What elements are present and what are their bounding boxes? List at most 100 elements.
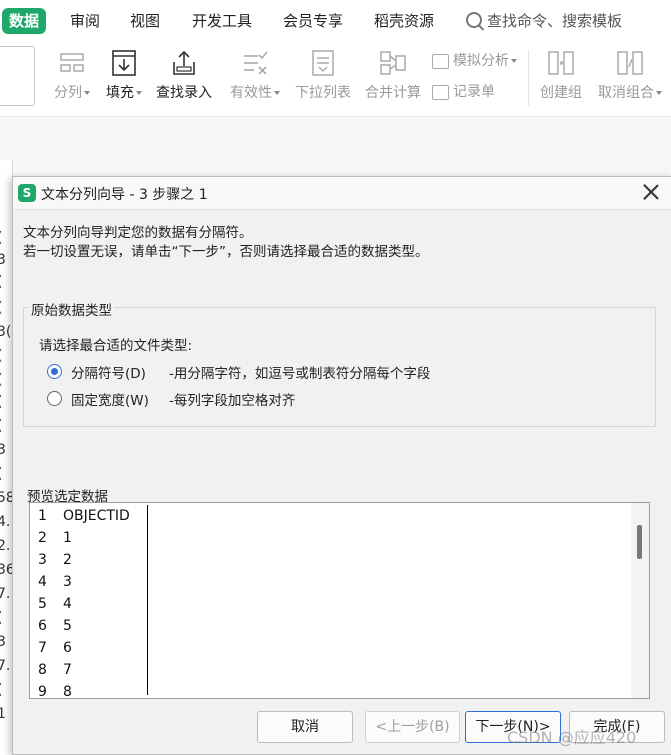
cell-fragment: 3( <box>0 324 12 340</box>
cell-fragment: 7. <box>0 586 11 602</box>
row-number: 3 <box>38 552 47 568</box>
cell-fragment: ( <box>0 274 2 290</box>
cell-fragment: 4. <box>0 514 11 530</box>
simulate-analysis-button[interactable]: 模拟分析 <box>432 50 517 72</box>
row-value: 5 <box>63 618 72 634</box>
validity-icon <box>244 51 268 75</box>
simulate-analysis-label: 模拟分析 <box>453 53 509 69</box>
record-form-icon <box>432 84 449 100</box>
split-column-icon <box>60 53 84 72</box>
chevron-down-icon <box>84 91 90 95</box>
cell-fragment: ( <box>0 466 2 482</box>
cell-fragment: 1 <box>0 706 6 722</box>
cell-fragment: ( <box>0 682 2 698</box>
cancel-button[interactable]: 取消 <box>257 711 353 743</box>
find-entry-label: 查找录入 <box>156 85 212 101</box>
chevron-down-icon <box>656 91 662 95</box>
tab-data[interactable]: 数据 <box>2 8 47 34</box>
row-value: 6 <box>63 640 72 656</box>
chevron-down-icon <box>511 59 517 63</box>
merge-calc-button[interactable]: 合并计算 <box>362 48 424 110</box>
row-number: 1 <box>38 508 47 524</box>
row-number: 7 <box>38 640 47 656</box>
validity-label: 有效性 <box>230 85 272 101</box>
delimited-label[interactable]: 分隔符号(D) <box>71 362 146 382</box>
cell-fragment: 2. <box>0 538 11 554</box>
prev-step-button[interactable]: <上一步(B) <box>365 711 460 743</box>
cell-fragment: 3 <box>0 252 6 268</box>
dialog-title: 文本分列向导 - 3 步骤之 1 <box>41 187 208 203</box>
row-value: 3 <box>63 574 72 590</box>
ribbon-toolbar: 分列 填充 查找录入 有效性 下拉列表 合并计算 模拟分析 记录单 创建组 取消… <box>0 42 671 117</box>
wps-logo-icon: S <box>18 184 36 202</box>
dialog-title-bar: S 文本分列向导 - 3 步骤之 1 <box>13 177 671 210</box>
tab-docer[interactable]: 稻壳资源 <box>374 8 434 34</box>
tab-developer[interactable]: 开发工具 <box>192 8 252 34</box>
cell-fragment: 3 <box>0 634 6 650</box>
command-search[interactable]: 查找命令、搜索模板 <box>466 8 622 34</box>
toolbar-separator <box>528 50 529 106</box>
search-icon <box>466 12 482 28</box>
create-group-icon <box>548 51 574 75</box>
row-number: 4 <box>38 574 47 590</box>
file-type-prompt: 请选择最合适的文件类型: <box>39 338 193 354</box>
cell-fragment: ( <box>0 610 2 626</box>
row-number: 8 <box>38 662 47 678</box>
ungroup-label: 取消组合 <box>598 85 654 101</box>
close-icon[interactable] <box>640 181 662 203</box>
merge-calc-icon <box>380 51 406 75</box>
ribbon-tab-bar: 数据 审阅 视图 开发工具 会员专享 稻壳资源 查找命令、搜索模板 <box>0 0 671 42</box>
data-type-group-label: 原始数据类型 <box>29 299 114 319</box>
fill-button[interactable]: 填充 <box>102 48 146 110</box>
row-number: 2 <box>38 530 47 546</box>
dropdown-list-button[interactable]: 下拉列表 <box>292 48 354 110</box>
cell-fragment: ( <box>0 418 2 434</box>
create-group-button[interactable]: 创建组 <box>536 48 586 110</box>
merge-calc-label: 合并计算 <box>365 85 421 101</box>
command-search-label: 查找命令、搜索模板 <box>487 12 623 30</box>
cell-fragment: ( <box>0 348 2 364</box>
row-value: OBJECTID <box>63 508 130 524</box>
row-value: 1 <box>63 530 72 546</box>
create-group-label: 创建组 <box>540 85 582 101</box>
data-preview-box[interactable]: 1 OBJECTID 21 32 43 54 65 76 87 98 <box>29 502 650 699</box>
delimited-description: -用分隔字符，如逗号或制表符分隔每个字段 <box>169 366 431 382</box>
record-form-button[interactable]: 记录单 <box>432 81 495 103</box>
find-entry-icon <box>173 50 195 75</box>
simulate-analysis-icon <box>432 53 449 69</box>
find-entry-button[interactable]: 查找录入 <box>152 48 216 110</box>
dropdown-list-icon <box>312 50 334 76</box>
tab-review[interactable]: 审阅 <box>70 8 100 34</box>
sort-dropdown-stub[interactable] <box>0 46 35 106</box>
row-value: 7 <box>63 662 72 678</box>
csdn-watermark: CSDN @应应420 <box>507 728 637 747</box>
intro-line-1: 文本分列向导判定您的数据有分隔符。 <box>23 225 253 241</box>
ungroup-icon <box>617 51 643 75</box>
scrollbar-thumb[interactable] <box>637 525 642 559</box>
split-column-label: 分列 <box>54 85 82 101</box>
fixed-width-description: -每列字段加空格对齐 <box>169 393 296 409</box>
chevron-down-icon <box>274 91 280 95</box>
fill-down-icon <box>112 50 136 76</box>
cell-fragment: ( <box>0 394 2 410</box>
ungroup-button[interactable]: 取消组合 <box>594 48 666 110</box>
tab-member[interactable]: 会员专享 <box>283 8 343 34</box>
record-form-label: 记录单 <box>453 84 495 100</box>
row-value: 4 <box>63 596 72 612</box>
split-column-button[interactable]: 分列 <box>50 48 94 110</box>
intro-line-2: 若一切设置无误，请单击“下一步”，否则请选择最合适的数据类型。 <box>23 244 429 260</box>
validity-button[interactable]: 有效性 <box>224 48 286 110</box>
fixed-width-label[interactable]: 固定宽度(W) <box>71 389 149 409</box>
row-number: 5 <box>38 596 47 612</box>
fill-label: 填充 <box>106 85 134 101</box>
delimited-radio[interactable] <box>47 364 62 379</box>
tab-view[interactable]: 视图 <box>130 8 160 34</box>
cell-fragment: ( <box>0 230 2 246</box>
row-value: 2 <box>63 552 72 568</box>
fixed-width-radio[interactable] <box>47 391 62 406</box>
cell-fragment: 7. <box>0 658 11 674</box>
preview-scrollbar[interactable] <box>631 503 649 698</box>
text-to-columns-dialog: S 文本分列向导 - 3 步骤之 1 文本分列向导判定您的数据有分隔符。 若一切… <box>12 176 671 755</box>
cell-fragment: ( <box>0 372 2 388</box>
dropdown-list-label: 下拉列表 <box>295 85 351 101</box>
